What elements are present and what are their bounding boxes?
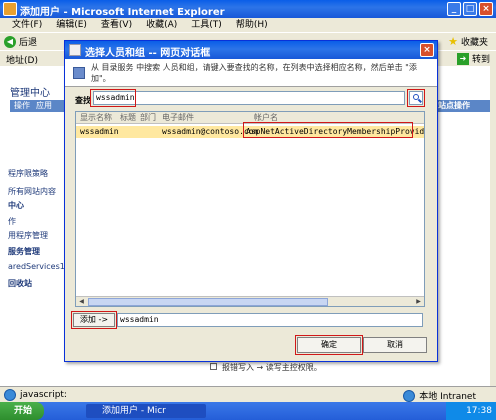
back-button[interactable]: ◀ 后退 [4, 35, 37, 48]
cancel-button[interactable]: 取消 [363, 337, 427, 353]
dialog-title: 选择人员和组 -- 网页对话框 [85, 48, 211, 59]
ie-app-icon [3, 2, 17, 16]
bg-tab-app[interactable]: 应用 [36, 100, 52, 112]
status-text: javascript: [20, 390, 67, 400]
col-email[interactable]: 电子邮件 [162, 112, 194, 124]
minimize-button[interactable]: _ [447, 2, 461, 16]
bg-site-actions-tab[interactable]: 站点操作 [430, 100, 490, 112]
bg-tabs: 操作 应用 [10, 100, 68, 112]
taskbar: 开始 添加用户 - Micr 17:38 [0, 402, 496, 420]
scroll-left-icon[interactable]: ◀ [77, 298, 86, 306]
dialog-icon [69, 44, 81, 56]
col-title[interactable]: 标题 [120, 112, 136, 124]
search-button[interactable] [409, 91, 423, 105]
back-label: 后退 [19, 38, 38, 48]
page-scrollbar[interactable] [490, 66, 496, 386]
menu-help[interactable]: 帮助(H) [236, 18, 268, 32]
menu-tools[interactable]: 工具(T) [191, 18, 222, 32]
bg-link[interactable]: 用程序管理 [8, 230, 48, 241]
bg-link[interactable]: 中心 [8, 200, 24, 211]
bg-link[interactable]: 所有网站内容 [8, 186, 56, 197]
favorites-button[interactable]: ★ 收藏夹 [448, 35, 488, 48]
directory-icon [73, 67, 85, 79]
status-bar: javascript: 本地 Intranet [0, 386, 496, 402]
go-button[interactable]: ➜ 转到 [456, 52, 490, 65]
bg-link[interactable]: 服务管理 [8, 246, 40, 257]
start-button[interactable]: 开始 [0, 402, 44, 420]
back-arrow-icon: ◀ [4, 35, 16, 48]
bg-tab-operations[interactable]: 操作 [14, 100, 30, 112]
go-arrow-icon: ➜ [456, 52, 469, 65]
page-icon [4, 389, 16, 401]
cell-email: wssadmin@contoso.com [162, 127, 259, 136]
close-button[interactable]: × [479, 2, 493, 16]
favorites-label: 收藏夹 [460, 38, 488, 48]
bg-checkbox[interactable] [210, 363, 217, 370]
menu-favorites[interactable]: 收藏(A) [146, 18, 177, 32]
dialog-title-bar: 选择人员和组 -- 网页对话框 × [65, 41, 437, 59]
results-hscrollbar[interactable]: ◀ ▶ [76, 296, 424, 306]
intranet-icon [403, 389, 416, 402]
table-row[interactable]: wssadmin wssadmin@contoso.com AspNetActi… [76, 126, 425, 138]
address-label: 地址(D) [6, 56, 38, 66]
menu-file[interactable]: 文件(F) [12, 18, 42, 32]
add-button[interactable]: 添加 -> [73, 313, 115, 327]
dialog-close-button[interactable]: × [420, 43, 434, 57]
bg-link[interactable]: 作 [8, 216, 16, 227]
bg-link[interactable]: aredServices1 [8, 262, 65, 271]
results-list[interactable]: 显示名称 标题 部门 电子邮件 帐户名 wssadmin wssadmin@co… [75, 111, 425, 307]
mgmt-title: 管理中心 [10, 88, 50, 99]
zone-text: 本地 Intranet [419, 392, 476, 402]
col-account[interactable]: 帐户名 [254, 112, 278, 124]
bg-link[interactable]: 程序限策略 [8, 168, 48, 179]
menu-bar: 文件(F) 编辑(E) 查看(V) 收藏(A) 工具(T) 帮助(H) [0, 18, 496, 32]
scroll-right-icon[interactable]: ▶ [414, 298, 423, 306]
window-title: 添加用户 - Microsoft Internet Explorer [20, 7, 225, 18]
taskbar-item-ie[interactable]: 添加用户 - Micr [86, 404, 206, 418]
cell-display-name: wssadmin [80, 127, 119, 136]
find-input[interactable]: wssadmin [93, 91, 405, 105]
col-display-name[interactable]: 显示名称 [80, 112, 112, 124]
dialog-instructions: 从 目录服务 中搜索 人员和组，请键入要查找的名称，在列表中选择相应名称，然后单… [91, 63, 417, 83]
dialog-header: 从 目录服务 中搜索 人员和组，请键入要查找的名称，在列表中选择相应名称，然后单… [65, 59, 437, 87]
col-department[interactable]: 部门 [140, 112, 156, 124]
find-label: 查找 [75, 96, 91, 105]
go-label: 转到 [471, 55, 490, 65]
menu-edit[interactable]: 编辑(E) [56, 18, 87, 32]
ie-title-bar: 添加用户 - Microsoft Internet Explorer _ □ × [0, 0, 496, 18]
scroll-thumb[interactable] [88, 298, 328, 306]
results-header: 显示名称 标题 部门 电子邮件 帐户名 [76, 112, 424, 124]
cell-account: AspNetActiveDirectoryMembershipProvider:… [246, 127, 425, 136]
maximize-button[interactable]: □ [463, 2, 477, 16]
ok-button[interactable]: 确定 [297, 337, 361, 353]
bg-link[interactable]: 回收站 [8, 278, 32, 289]
menu-view[interactable]: 查看(V) [101, 18, 132, 32]
bg-bottom-text: 报错写入 → 读写主控权限。 [222, 363, 322, 372]
select-people-dialog: 选择人员和组 -- 网页对话框 × 从 目录服务 中搜索 人员和组，请键入要查找… [64, 40, 438, 362]
added-names-field[interactable]: wssadmin [117, 313, 423, 327]
star-icon: ★ [448, 35, 458, 48]
system-tray-clock: 17:38 [446, 402, 496, 420]
